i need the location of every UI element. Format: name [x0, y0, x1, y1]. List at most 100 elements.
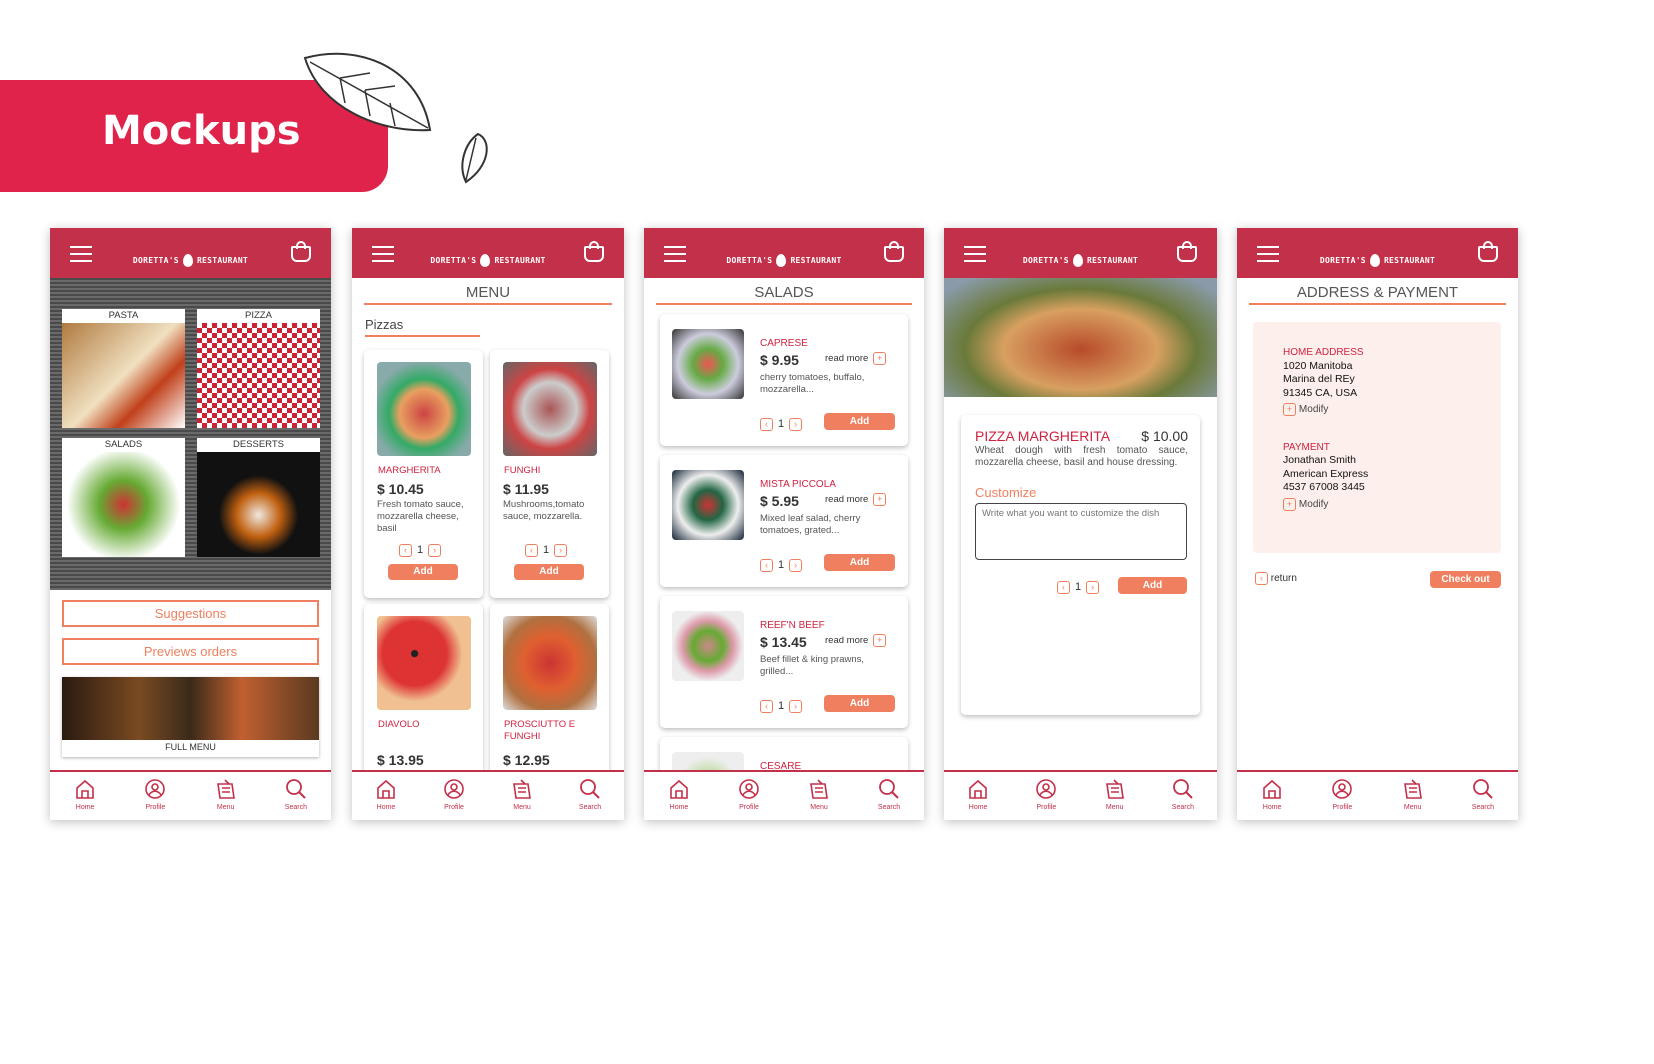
quantity-value: 1	[778, 418, 785, 430]
nav-item-home[interactable]: Home	[953, 778, 1003, 820]
menu-book-icon	[1104, 778, 1126, 804]
category-label: PASTA	[108, 310, 139, 321]
nav-item-profile[interactable]: Profile	[429, 778, 479, 820]
category-tile-pasta[interactable]: PASTA	[62, 309, 185, 428]
nav-item-search[interactable]: Search	[271, 778, 321, 820]
decrease-button[interactable]: ‹	[1057, 581, 1070, 594]
pizza-name: PROSCIUTTO E FUNGHI	[504, 719, 576, 742]
basket-icon[interactable]	[884, 241, 904, 262]
nav-item-profile[interactable]: Profile	[724, 778, 774, 820]
logo-text: DORETTA'S	[1022, 256, 1069, 265]
quantity-value: 1	[417, 544, 424, 556]
page-title: MENU	[364, 284, 612, 305]
increase-button[interactable]: ›	[789, 418, 803, 431]
decrease-button[interactable]: ‹	[760, 418, 773, 431]
address-line: Marina del REy	[1283, 373, 1355, 385]
decrease-button[interactable]: ‹	[525, 544, 538, 557]
add-button[interactable]: Add	[1118, 577, 1187, 594]
logo-text: DORETTA'S	[430, 256, 477, 265]
nav-item-menu[interactable]: Menu	[794, 778, 844, 820]
return-button[interactable]: ‹ return	[1255, 572, 1297, 585]
dish-description: Wheat dough with fresh tomato sauce, moz…	[975, 445, 1188, 468]
salad-image	[672, 329, 744, 399]
read-more-button[interactable]: read more +	[825, 493, 887, 506]
salad-card[interactable]: MISTA PICCOLA $ 5.95 read more + Mixed leaf …	[660, 455, 908, 587]
plus-icon: +	[1283, 403, 1296, 416]
basket-icon[interactable]	[1478, 241, 1498, 262]
nav-item-profile[interactable]: Profile	[1021, 778, 1071, 820]
category-tile-pizza[interactable]: PIZZA	[197, 309, 320, 428]
pizza-card[interactable]: FUNGHI $ 11.95 Mushrooms,tomato sauce, moz…	[490, 350, 609, 598]
bottom-nav: Home Profile Menu Search	[944, 770, 1217, 820]
increase-button[interactable]: ›	[789, 559, 803, 572]
basket-icon[interactable]	[291, 241, 311, 262]
customize-label: Customize	[975, 485, 1037, 500]
pizza-image	[377, 616, 471, 710]
read-more-button[interactable]: read more +	[825, 352, 887, 365]
increase-button[interactable]: ›	[554, 544, 568, 557]
nav-item-home[interactable]: Home	[1247, 778, 1297, 820]
full-menu-card[interactable]: FULL MENU	[62, 677, 319, 757]
decrease-button[interactable]: ‹	[760, 559, 773, 572]
full-menu-label: FULL MENU	[165, 742, 216, 752]
basket-icon[interactable]	[1177, 241, 1197, 262]
read-more-button[interactable]: read more +	[825, 634, 887, 647]
category-tile-salads[interactable]: SALADS	[62, 438, 185, 557]
restaurant-logo: DORETTA'S RESTAURANT	[644, 254, 924, 267]
home-icon	[1261, 778, 1283, 804]
nav-item-menu[interactable]: Menu	[201, 778, 251, 820]
decrease-button[interactable]: ‹	[760, 700, 773, 713]
plus-icon: +	[873, 493, 887, 506]
bottom-nav: Home Profile Menu Search	[352, 770, 624, 820]
nav-label: Menu	[216, 804, 235, 811]
logo-pin-icon	[480, 254, 491, 267]
menu-book-icon	[808, 778, 830, 804]
category-tile-desserts[interactable]: DESSERTS	[197, 438, 320, 557]
add-button[interactable]: Add	[824, 554, 895, 571]
nav-item-menu[interactable]: Menu	[1388, 778, 1438, 820]
phone-salads: SALADS CAPRESE $ 9.95 read more + cherry tom…	[644, 228, 924, 820]
nav-item-home[interactable]: Home	[654, 778, 704, 820]
nav-item-home[interactable]: Home	[60, 778, 110, 820]
salad-card[interactable]: CAPRESE $ 9.95 read more + cherry tomatoes, …	[660, 314, 908, 446]
nav-label: Menu	[1403, 804, 1422, 811]
nav-item-profile[interactable]: Profile	[130, 778, 180, 820]
nav-item-search[interactable]: Search	[1458, 778, 1508, 820]
previous-orders-button[interactable]: Previews orders	[62, 638, 319, 665]
nav-item-home[interactable]: Home	[361, 778, 411, 820]
quantity-value: 1	[778, 700, 785, 712]
nav-label: Profile	[444, 804, 464, 811]
logo-pin-icon	[776, 254, 787, 267]
nav-item-search[interactable]: Search	[864, 778, 914, 820]
add-button[interactable]: Add	[824, 413, 895, 430]
salad-price: $ 9.95	[760, 352, 799, 368]
nav-item-search[interactable]: Search	[1158, 778, 1208, 820]
decrease-button[interactable]: ‹	[399, 544, 412, 557]
nav-item-profile[interactable]: Profile	[1317, 778, 1367, 820]
suggestions-button[interactable]: Suggestions	[62, 600, 319, 627]
add-button[interactable]: Add	[824, 695, 895, 712]
checkout-button[interactable]: Check out	[1430, 571, 1501, 588]
nav-label: Menu	[1105, 804, 1124, 811]
modify-payment-button[interactable]: + Modify	[1283, 497, 1471, 512]
increase-button[interactable]: ›	[1086, 581, 1100, 594]
modify-address-button[interactable]: + Modify	[1283, 403, 1471, 417]
nav-item-menu[interactable]: Menu	[1090, 778, 1140, 820]
basket-icon[interactable]	[584, 241, 604, 262]
logo-pin-icon	[182, 254, 193, 267]
nav-item-menu[interactable]: Menu	[497, 778, 547, 820]
customize-input[interactable]	[975, 503, 1187, 560]
quantity-stepper: ‹ 1 ›	[760, 696, 803, 714]
add-button[interactable]: Add	[388, 564, 458, 580]
nav-label: Profile	[1036, 804, 1057, 811]
salad-card[interactable]: REEF'N BEEF $ 13.45 read more + Beef fillet …	[660, 596, 908, 728]
nav-item-search[interactable]: Search	[565, 778, 615, 820]
pizza-card[interactable]: MARGHERITA $ 10.45 Fresh tomato sauce, moz…	[364, 350, 483, 598]
add-button[interactable]: Add	[514, 564, 584, 580]
plus-icon: +	[1283, 497, 1296, 511]
payment-line: 4537 67008 3445	[1283, 481, 1365, 493]
increase-button[interactable]: ›	[428, 544, 442, 557]
category-label: SALADS	[104, 439, 143, 450]
dish-detail-card: PIZZA MARGHERITA $ 10.00 Wheat dough wit…	[961, 415, 1200, 715]
increase-button[interactable]: ›	[789, 700, 803, 713]
